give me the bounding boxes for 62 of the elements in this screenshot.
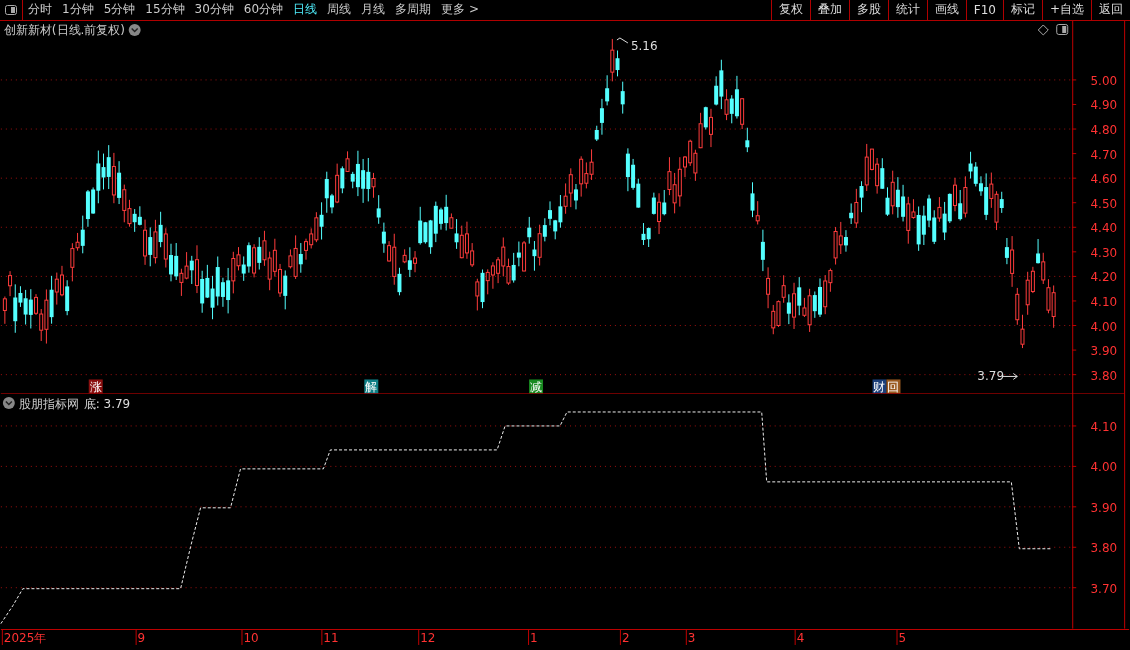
date-axis-label: 5 (898, 631, 907, 645)
date-axis-label: 3 (687, 631, 696, 645)
toolbar-button[interactable]: 标记 (1002, 0, 1042, 20)
indicator-axis-label: 3.80 (1090, 541, 1118, 556)
price-axis-label: 4.60 (1090, 172, 1118, 187)
price-axis-label: 4.30 (1090, 245, 1118, 260)
date-axis-label: 4 (796, 631, 805, 645)
toolbar-button[interactable]: 叠加 (809, 0, 849, 20)
date-axis-label: 10 (243, 631, 259, 645)
price-axis-label: 4.70 (1090, 147, 1118, 162)
date-axis-label: 11 (323, 631, 339, 645)
price-axis-label: 4.40 (1090, 221, 1118, 236)
period-tab[interactable]: 15分钟 (140, 0, 190, 20)
period-tab[interactable]: 多周期 (390, 0, 437, 20)
panel-toggle-icon[interactable] (5, 5, 17, 15)
price-axis-label: 5.00 (1090, 73, 1118, 88)
low-price-label: 3.79 (977, 369, 1004, 384)
period-tab[interactable]: 60分钟 (238, 0, 289, 20)
price-axis-label: 4.80 (1090, 123, 1118, 137)
indicator-axis-label: 3.70 (1090, 582, 1118, 597)
price-axis-label: 4.50 (1090, 196, 1118, 211)
period-tab[interactable]: 更多 > (436, 0, 484, 20)
price-axis-label: 4.20 (1090, 270, 1118, 285)
dropdown-icon[interactable] (2, 397, 15, 410)
panel-toggle-icon[interactable] (1056, 23, 1069, 35)
period-tab[interactable]: 周线 (322, 0, 357, 20)
diamond-icon[interactable] (1037, 24, 1049, 36)
event-marker[interactable]: 解 (364, 379, 379, 395)
period-tab[interactable]: 月线 (356, 0, 391, 20)
date-axis-label: 1 (530, 631, 538, 645)
period-tab[interactable]: 1分钟 (57, 0, 99, 20)
date-axis-label: 2 (621, 631, 630, 645)
chart-title: 创新新材(日线.前复权) (3, 22, 125, 37)
indicator-axis-label: 4.10 (1090, 420, 1118, 435)
toolbar-button[interactable]: +自选 (1041, 0, 1091, 20)
toolbar-button[interactable]: 复权 (770, 0, 810, 20)
period-tab[interactable]: 分时 (23, 0, 57, 20)
indicator-title: 股朋指标网 (18, 397, 79, 412)
dropdown-icon[interactable] (128, 23, 141, 36)
indicator-reading: 底: 3.79 (83, 397, 131, 412)
period-tab[interactable]: 5分钟 (98, 0, 141, 20)
toolbar-button[interactable]: 统计 (887, 0, 927, 20)
period-tab[interactable]: 日线 (288, 0, 323, 20)
event-marker[interactable]: 涨 (88, 379, 103, 395)
high-price-label: 5.16 (630, 38, 658, 53)
period-tab[interactable]: 30分钟 (189, 0, 239, 20)
indicator-axis-label: 3.90 (1090, 501, 1118, 516)
toolbar-button[interactable]: F10 (965, 0, 1003, 20)
price-axis-label: 3.80 (1090, 368, 1118, 383)
price-axis-label: 4.90 (1090, 98, 1118, 113)
indicator-axis-label: 4.00 (1090, 460, 1118, 475)
toolbar-button[interactable]: 返回 (1091, 0, 1130, 20)
toolbar-button[interactable]: 多股 (848, 0, 888, 20)
date-axis-label: 12 (420, 631, 436, 645)
price-axis-label: 4.00 (1090, 319, 1118, 334)
price-axis-label: 4.10 (1090, 294, 1118, 309)
date-axis-label: 2025年 (3, 631, 47, 645)
event-marker[interactable]: 减 (529, 379, 544, 395)
event-marker[interactable]: 财 (872, 379, 887, 395)
toolbar-button[interactable]: 画线 (926, 0, 966, 20)
price-axis-label: 3.90 (1090, 344, 1118, 359)
date-axis-label: 9 (137, 631, 146, 645)
